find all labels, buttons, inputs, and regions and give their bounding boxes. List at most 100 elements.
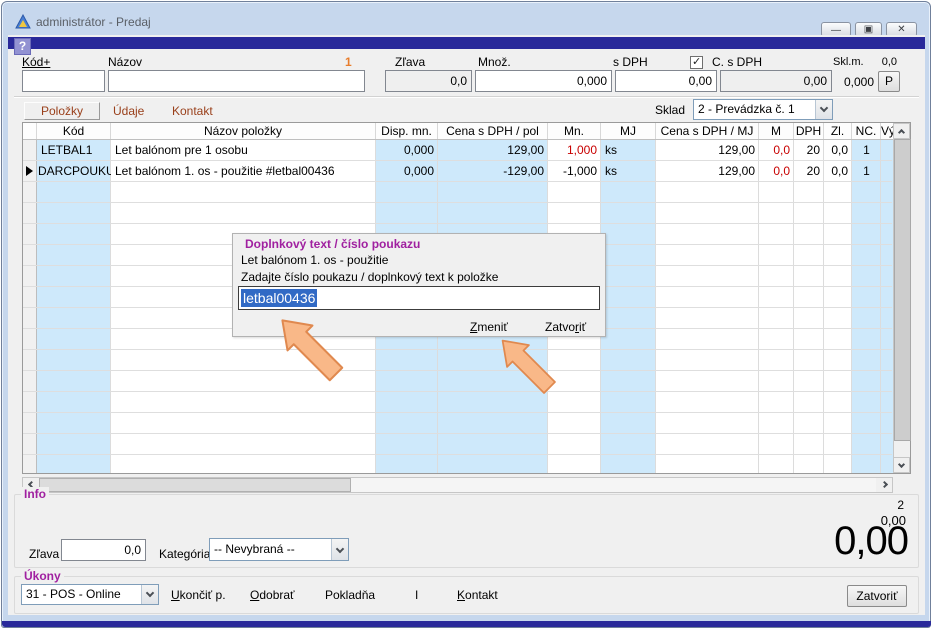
- zlava-input[interactable]: 0,0: [385, 70, 472, 92]
- ukony-panel-label: Úkony: [21, 569, 64, 583]
- voucher-text-input[interactable]: letbal00436: [238, 286, 600, 310]
- cell-zl: 0,0: [824, 161, 852, 182]
- zlava-bottom-input[interactable]: 0,0: [61, 539, 146, 561]
- total-value: 0,00: [834, 521, 908, 561]
- dialog-item-name: Let balónom 1. os - použitie: [241, 253, 388, 267]
- close-icon: ✕: [897, 24, 905, 35]
- restore-icon: ▣: [864, 24, 873, 35]
- s-dph-checkbox[interactable]: [690, 56, 703, 69]
- cell-zl: 0,0: [824, 140, 852, 161]
- label-pre: Pokladňa: [325, 588, 375, 602]
- header-kod[interactable]: Kód: [37, 123, 111, 139]
- header-nc[interactable]: NC.: [852, 123, 881, 139]
- skl-m-value: 0,000: [836, 75, 874, 89]
- tab-kontakt[interactable]: Kontakt: [172, 104, 213, 118]
- pointer-arrow-icon: [276, 310, 356, 398]
- header-mn[interactable]: Mn.: [548, 123, 601, 139]
- label-rest: ontakt: [465, 588, 498, 602]
- zlava-label: Zľava: [395, 55, 425, 69]
- help-button[interactable]: ?: [14, 38, 31, 55]
- header-zl[interactable]: Zl.: [824, 123, 852, 139]
- cell-nc: 1: [852, 140, 881, 161]
- cell-cena-mj: 129,00: [656, 140, 759, 161]
- chevron-down-icon: [141, 585, 158, 604]
- cell-m: 0,0: [759, 161, 794, 182]
- window-title: administrátor - Predaj: [36, 15, 151, 29]
- p-button[interactable]: P: [878, 71, 900, 92]
- hotkey-letter: U: [171, 588, 180, 602]
- header-dph[interactable]: DPH: [794, 123, 824, 139]
- tab-udaje[interactable]: Údaje: [113, 104, 144, 118]
- chevron-down-icon: [331, 539, 348, 560]
- action-odobrat[interactable]: Odobrať: [250, 588, 295, 602]
- action-ukoncit[interactable]: Ukončiť p.: [171, 588, 226, 602]
- item-count: 2: [897, 498, 904, 512]
- vertical-scroll-thumb[interactable]: [894, 139, 911, 441]
- label-rest: dobrať: [259, 588, 294, 602]
- header-m[interactable]: M: [759, 123, 794, 139]
- accent-bar-bottom: [2, 621, 931, 627]
- nazov-input[interactable]: [108, 70, 365, 92]
- kategoria-label: Kategória: [159, 547, 210, 561]
- cell-cena-mj: 129,00: [656, 161, 759, 182]
- c-s-dph-label: C. s DPH: [712, 55, 762, 69]
- mnoz-input[interactable]: 0,000: [475, 70, 612, 92]
- header-mj[interactable]: MJ: [601, 123, 656, 139]
- sklad-label: Sklad: [655, 103, 685, 117]
- vertical-scrollbar[interactable]: [893, 123, 910, 473]
- pointer-arrow-icon: [497, 331, 567, 409]
- cell-kod: LETBAL1: [37, 140, 111, 161]
- chevron-down-icon: [815, 100, 832, 119]
- separator-line: [14, 96, 919, 98]
- sklad-select[interactable]: 2 - Prevádzka č. 1: [693, 99, 833, 120]
- tab-polozky[interactable]: Položky: [24, 102, 100, 120]
- table-row[interactable]: DARCPOUKUPL Let balónom 1. os - použitie…: [23, 161, 894, 182]
- scroll-down-icon[interactable]: [893, 457, 910, 473]
- hotkey-letter: O: [250, 588, 259, 602]
- kategoria-select[interactable]: -- Nevybraná --: [209, 538, 349, 561]
- cell-mj: ks: [601, 161, 656, 182]
- horizontal-scrollbar[interactable]: [22, 477, 893, 493]
- cell-disp: 0,000: [376, 140, 438, 161]
- c-s-dph-input[interactable]: 0,00: [720, 70, 832, 92]
- selected-text: letbal00436: [241, 289, 317, 307]
- cell-mn: -1,000: [548, 161, 601, 182]
- kategoria-value: -- Nevybraná --: [214, 542, 295, 556]
- label-rest: končiť p.: [180, 588, 226, 602]
- app-icon: [15, 14, 31, 30]
- header-disp[interactable]: Disp. mn.: [376, 123, 438, 139]
- sklad-value: 2 - Prevádzka č. 1: [698, 102, 795, 116]
- cell-kod: DARCPOUKUPL: [37, 161, 111, 182]
- cell-mn: 1,000: [548, 140, 601, 161]
- zlava-bottom-label: Zľava: [29, 547, 59, 561]
- window-close-action-button[interactable]: Zatvoriť: [847, 585, 907, 607]
- header-cena-mj[interactable]: Cena s DPH / MJ: [656, 123, 759, 139]
- mode-select[interactable]: 31 - POS - Online: [21, 584, 159, 605]
- action-i[interactable]: I: [415, 588, 418, 602]
- header-indicator: [23, 123, 37, 139]
- cell-cena-pol: 129,00: [438, 140, 548, 161]
- header-nazov[interactable]: Názov položky: [111, 123, 376, 139]
- mnoz-label: Množ.: [478, 55, 511, 69]
- horizontal-scroll-thumb[interactable]: [39, 478, 351, 492]
- table-row[interactable]: LETBAL1 Let balónom pre 1 osobu 0,000 12…: [23, 140, 894, 161]
- kod-label: Kód+: [22, 55, 50, 69]
- hotkey-letter: K: [457, 588, 465, 602]
- kod-input[interactable]: [22, 70, 105, 92]
- cell-dph: 20: [794, 140, 824, 161]
- mode-value: 31 - POS - Online: [26, 587, 121, 601]
- cell-nazov: Let balónom 1. os - použitie #letbal0043…: [111, 161, 376, 182]
- header-cena-pol[interactable]: Cena s DPH / pol: [438, 123, 548, 139]
- info-panel-label: Info: [21, 487, 49, 501]
- action-pokladna[interactable]: Pokladňa: [325, 588, 375, 602]
- row-counter: 1: [345, 55, 352, 69]
- nazov-label: Názov: [108, 55, 142, 69]
- label-rest: iť: [579, 320, 586, 334]
- scroll-right-icon[interactable]: [876, 478, 892, 492]
- app-window: administrátor - Predaj — ▣ ✕ ? Kód+ Názo…: [0, 0, 933, 630]
- scroll-up-icon[interactable]: [893, 123, 910, 139]
- action-kontakt[interactable]: Kontakt: [457, 588, 498, 602]
- cell-m: 0,0: [759, 140, 794, 161]
- s-dph-input[interactable]: 0,00: [615, 70, 717, 92]
- skl-m-top-value: 0,0: [869, 56, 897, 70]
